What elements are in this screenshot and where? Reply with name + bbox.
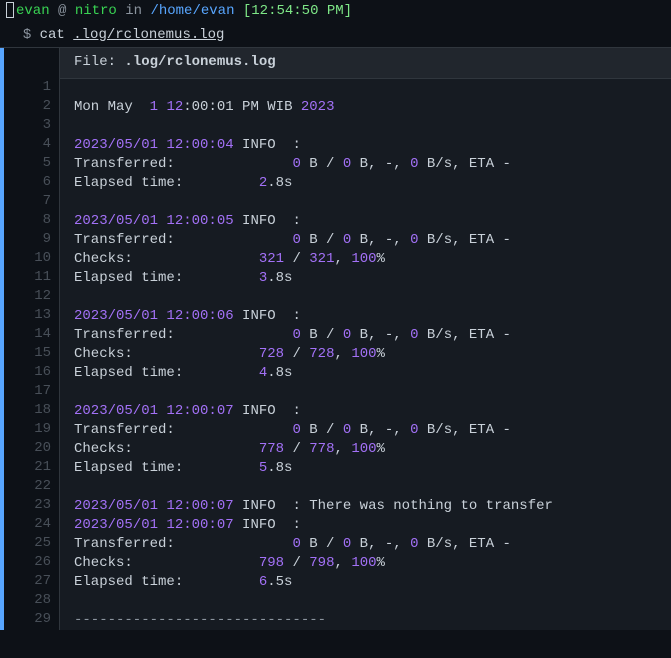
log-line: Transferred: 0 B / 0 B, -, 0 B/s, ETA - <box>74 326 657 345</box>
gutter-num: 17 <box>12 382 51 401</box>
prompt-user: evan <box>16 3 50 19</box>
gutter-num: 6 <box>12 173 51 192</box>
log-line: Elapsed time: 6.5s <box>74 573 657 592</box>
log-line: 2023/05/01 12:00:07 INFO : There was not… <box>74 497 657 516</box>
log-line: Checks: 798 / 798, 100% <box>74 554 657 573</box>
command: cat <box>40 27 74 43</box>
log-line: 2023/05/01 12:00:05 INFO : <box>74 212 657 231</box>
command-arg: .log/rclonemus.log <box>73 27 224 43</box>
gutter-num: 26 <box>12 553 51 572</box>
line-gutter: 1 2 3 4 5 6 7 8 9 10 11 12 13 14 15 16 1… <box>4 48 60 630</box>
gutter-num: 25 <box>12 534 51 553</box>
log-line: Checks: 778 / 778, 100% <box>74 440 657 459</box>
prompt-line-1: evan @ nitro in /home/evan [12:54:50 PM] <box>0 0 671 24</box>
log-line: Elapsed time: 2.8s <box>74 174 657 193</box>
gutter-num: 22 <box>12 477 51 496</box>
log-line: ------------------------------ <box>74 611 657 630</box>
gutter-num: 13 <box>12 306 51 325</box>
log-line: 2023/05/01 12:00:04 INFO : <box>74 136 657 155</box>
prompt-line-2[interactable]: $ cat .log/rclonemus.log <box>0 24 671 48</box>
gutter-num: 23 <box>12 496 51 515</box>
log-line: Elapsed time: 4.8s <box>74 364 657 383</box>
gutter-num: 21 <box>12 458 51 477</box>
log-line: 2023/05/01 12:00:07 INFO : <box>74 516 657 535</box>
log-line <box>74 383 657 402</box>
log-line <box>74 288 657 307</box>
file-header: File: .log/rclonemus.log <box>60 48 671 79</box>
prompt-host: nitro <box>75 3 117 19</box>
file-content[interactable]: File: .log/rclonemus.log Mon May 1 12:00… <box>60 48 671 630</box>
gutter-num: 8 <box>12 211 51 230</box>
gutter-num: 3 <box>12 116 51 135</box>
gutter-num: 10 <box>12 249 51 268</box>
log-line: 2023/05/01 12:00:07 INFO : <box>74 402 657 421</box>
gutter-num: 1 <box>12 78 51 97</box>
cursor-icon <box>6 2 14 18</box>
log-line: Transferred: 0 B / 0 B, -, 0 B/s, ETA - <box>74 535 657 554</box>
log-line <box>74 592 657 611</box>
log-line: Transferred: 0 B / 0 B, -, 0 B/s, ETA - <box>74 155 657 174</box>
gutter-num: 4 <box>12 135 51 154</box>
prompt-cwd: /home/evan <box>150 3 234 19</box>
gutter-num: 2 <box>12 97 51 116</box>
prompt-time: [12:54:50 PM] <box>234 3 352 19</box>
gutter-num: 14 <box>12 325 51 344</box>
log-line: Elapsed time: 5.8s <box>74 459 657 478</box>
log-line: 2023/05/01 12:00:06 INFO : <box>74 307 657 326</box>
log-line <box>74 193 657 212</box>
file-path: .log/rclonemus.log <box>124 54 275 70</box>
gutter-num: 18 <box>12 401 51 420</box>
gutter-num: 28 <box>12 591 51 610</box>
log-line: Checks: 728 / 728, 100% <box>74 345 657 364</box>
gutter-num: 9 <box>12 230 51 249</box>
log-line: Checks: 321 / 321, 100% <box>74 250 657 269</box>
prompt-symbol: $ <box>23 27 40 43</box>
gutter-num: 24 <box>12 515 51 534</box>
gutter-num: 12 <box>12 287 51 306</box>
gutter-num: 19 <box>12 420 51 439</box>
log-line <box>74 79 657 98</box>
log-line <box>74 478 657 497</box>
gutter-num: 11 <box>12 268 51 287</box>
log-line: Elapsed time: 3.8s <box>74 269 657 288</box>
gutter-num: 16 <box>12 363 51 382</box>
log-line: Mon May 1 12:00:01 PM WIB 2023 <box>74 98 657 117</box>
gutter-num: 27 <box>12 572 51 591</box>
log-line: Transferred: 0 B / 0 B, -, 0 B/s, ETA - <box>74 421 657 440</box>
gutter-num: 5 <box>12 154 51 173</box>
gutter-num: 20 <box>12 439 51 458</box>
log-line: Transferred: 0 B / 0 B, -, 0 B/s, ETA - <box>74 231 657 250</box>
output-area: 1 2 3 4 5 6 7 8 9 10 11 12 13 14 15 16 1… <box>0 47 671 630</box>
gutter-num: 7 <box>12 192 51 211</box>
gutter-num: 15 <box>12 344 51 363</box>
gutter-num: 29 <box>12 610 51 629</box>
log-line <box>74 117 657 136</box>
